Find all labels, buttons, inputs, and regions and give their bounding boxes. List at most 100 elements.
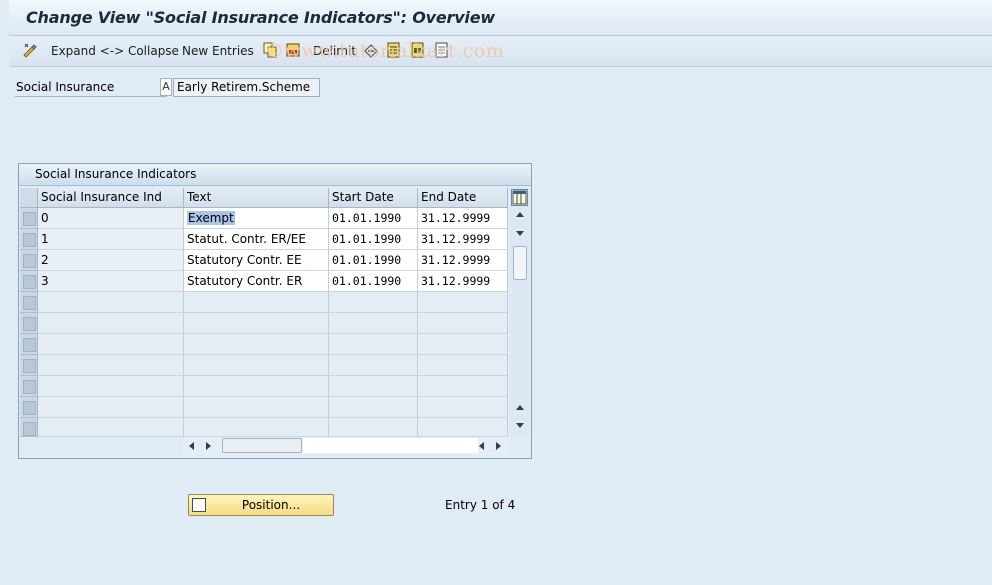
scroll-far-right-arrow-icon[interactable] <box>496 442 501 450</box>
row-selector[interactable] <box>20 397 38 418</box>
empty-cell <box>329 397 418 418</box>
empty-table-row <box>20 376 508 397</box>
cell-text-value: Exempt <box>187 211 235 225</box>
empty-cell <box>329 355 418 376</box>
empty-table-row <box>20 334 508 355</box>
empty-cell <box>184 376 329 397</box>
cell-social-insurance-ind: 1 <box>38 229 184 250</box>
empty-cell <box>329 313 418 334</box>
empty-table-row <box>20 418 508 437</box>
row-selector[interactable] <box>20 229 38 250</box>
column-header-start-date[interactable]: Start Date <box>329 188 418 208</box>
empty-cell <box>38 313 184 334</box>
cell-start-date[interactable]: 01.01.1990 <box>329 208 418 229</box>
position-button[interactable]: Position... <box>188 494 334 516</box>
cell-end-date[interactable]: 31.12.9999 <box>418 208 508 229</box>
cell-text[interactable]: Statut. Contr. ER/EE <box>184 229 329 250</box>
table-row: 2 Statutory Contr. EE 01.01.1990 31.12.9… <box>20 250 508 271</box>
scroll-page-up-arrow-icon[interactable] <box>516 405 524 410</box>
table-row: 1 Statut. Contr. ER/EE 01.01.1990 31.12.… <box>20 229 508 250</box>
empty-cell <box>38 376 184 397</box>
expand-collapse-button[interactable]: Expand <-> Collapse <box>51 44 179 58</box>
empty-cell <box>418 292 508 313</box>
empty-cell <box>184 418 329 437</box>
scroll-up-arrow-icon[interactable] <box>516 212 524 217</box>
empty-cell <box>329 376 418 397</box>
vertical-scrollbar[interactable] <box>510 188 530 437</box>
empty-cell <box>38 418 184 437</box>
table-caption: Social Insurance Indicators <box>19 164 531 186</box>
empty-cell <box>184 334 329 355</box>
social-insurance-field[interactable]: Early Retirem.Scheme <box>173 78 320 97</box>
cell-text[interactable]: Statutory Contr. EE <box>184 250 329 271</box>
empty-table-row <box>20 313 508 334</box>
empty-cell <box>418 418 508 437</box>
empty-cell <box>38 355 184 376</box>
column-header-social-insurance-ind[interactable]: Social Insurance Ind <box>38 188 184 208</box>
empty-table-row <box>20 292 508 313</box>
cell-text[interactable]: Statutory Contr. ER <box>184 271 329 292</box>
scroll-far-left-arrow-icon[interactable] <box>479 442 484 450</box>
cell-start-date[interactable]: 01.01.1990 <box>329 271 418 292</box>
title-bar: Change View "Social Insurance Indicators… <box>9 0 992 36</box>
social-insurance-indicator: A <box>160 78 172 96</box>
empty-cell <box>38 397 184 418</box>
cell-text[interactable]: Exempt <box>184 208 329 229</box>
row-selector[interactable] <box>20 355 38 376</box>
row-selector[interactable] <box>20 334 38 355</box>
display-change-icon[interactable] <box>22 42 38 58</box>
cell-start-date[interactable]: 01.01.1990 <box>329 229 418 250</box>
empty-cell <box>184 313 329 334</box>
select-all-rows-button[interactable] <box>20 188 38 208</box>
empty-cell <box>418 313 508 334</box>
cell-social-insurance-ind: 3 <box>38 271 184 292</box>
social-insurance-label: Social Insurance <box>15 80 167 97</box>
table-row: 3 Statutory Contr. ER 01.01.1990 31.12.9… <box>20 271 508 292</box>
scroll-left-arrow-icon[interactable] <box>189 442 194 450</box>
empty-cell <box>184 355 329 376</box>
row-selector[interactable] <box>20 313 38 334</box>
empty-table-row <box>20 355 508 376</box>
main-content: Social Insurance A Early Retirem.Scheme … <box>9 68 992 585</box>
empty-cell <box>329 418 418 437</box>
watermark: ©www.tutorialkart.com <box>265 40 505 62</box>
empty-cell <box>418 334 508 355</box>
row-selector[interactable] <box>20 376 38 397</box>
table-settings-icon <box>512 190 527 205</box>
column-header-text[interactable]: Text <box>184 188 329 208</box>
cell-start-date[interactable]: 01.01.1990 <box>329 250 418 271</box>
empty-cell <box>38 334 184 355</box>
new-entries-button[interactable]: New Entries <box>182 44 254 58</box>
page-title: Change View "Social Insurance Indicators… <box>26 8 495 27</box>
empty-table-row <box>20 397 508 418</box>
empty-cell <box>38 292 184 313</box>
empty-cell <box>418 355 508 376</box>
vertical-scroll-thumb[interactable] <box>513 246 527 280</box>
cell-social-insurance-ind: 2 <box>38 250 184 271</box>
cell-end-date[interactable]: 31.12.9999 <box>418 229 508 250</box>
row-selector[interactable] <box>20 271 38 292</box>
column-settings-button[interactable] <box>511 189 528 206</box>
empty-cell <box>329 292 418 313</box>
empty-cell <box>184 397 329 418</box>
cell-end-date[interactable]: 31.12.9999 <box>418 271 508 292</box>
empty-cell <box>418 376 508 397</box>
entry-counter: Entry 1 of 4 <box>445 498 516 512</box>
position-button-label: Position... <box>241 498 301 512</box>
cell-end-date[interactable]: 31.12.9999 <box>418 250 508 271</box>
row-selector[interactable] <box>20 418 38 437</box>
scroll-right-arrow-icon[interactable] <box>206 442 211 450</box>
table-row: 0 Exempt 01.01.1990 31.12.9999 <box>20 208 508 229</box>
horizontal-scroll-thumb[interactable] <box>222 438 302 453</box>
table-control: Social Insurance Indicators Social Insur… <box>18 163 532 459</box>
empty-cell <box>418 397 508 418</box>
horizontal-scroll-track <box>303 438 478 453</box>
row-selector[interactable] <box>20 208 38 229</box>
scroll-page-down-arrow-icon[interactable] <box>516 231 524 236</box>
row-selector[interactable] <box>20 292 38 313</box>
scroll-down-arrow-icon[interactable] <box>516 423 524 428</box>
table-grid: Social Insurance Ind Text Start Date End… <box>20 188 508 437</box>
row-selector[interactable] <box>20 250 38 271</box>
empty-cell <box>329 334 418 355</box>
column-header-end-date[interactable]: End Date <box>418 188 508 208</box>
